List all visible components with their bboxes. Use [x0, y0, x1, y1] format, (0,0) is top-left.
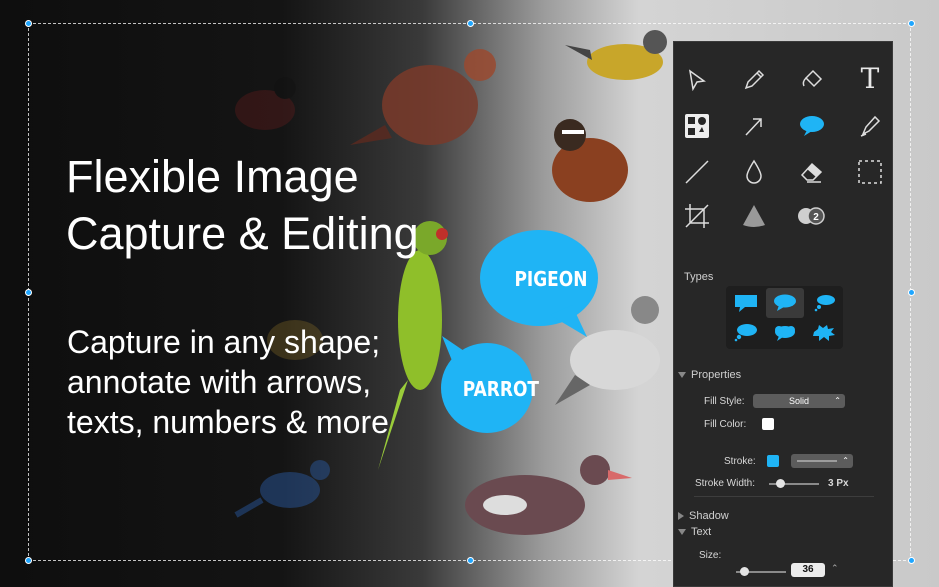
shadow-label: Shadow [689, 510, 729, 522]
crop-tool[interactable] [677, 198, 717, 234]
stroke-width-label: Stroke Width: [695, 478, 756, 489]
pointer-icon [688, 69, 706, 91]
counter-icon: 2 [798, 207, 825, 225]
text-tool[interactable]: T [850, 60, 890, 96]
divider [694, 496, 874, 497]
type-rect-bubble[interactable] [727, 288, 765, 318]
resize-handle-bottom-right[interactable] [908, 557, 915, 564]
thought-small-bubble-icon [814, 295, 835, 312]
spotlight-cone-icon [743, 205, 765, 227]
resize-handle-bottom[interactable] [467, 557, 474, 564]
type-cloud-bubble[interactable] [766, 318, 804, 348]
fill-style-label: Fill Style: [704, 396, 745, 407]
resize-handle-top-left[interactable] [25, 20, 32, 27]
blur-drop-icon [746, 159, 762, 184]
disclosure-down-icon [678, 529, 686, 536]
thought-bubble-icon [734, 324, 757, 342]
counter-tool[interactable]: 2 [792, 198, 832, 234]
shadow-section-header[interactable]: Shadow [678, 510, 729, 522]
fill-style-select[interactable]: Solid ⌃ [753, 394, 845, 408]
annotation-tool-panel: T 2 Types Properties Fill Style: Solid ⌃… [673, 41, 893, 587]
text-label: Text [691, 526, 712, 538]
select-chevron-icon: ⌃ [842, 456, 849, 465]
line-tool[interactable] [677, 154, 717, 190]
fill-bucket-tool[interactable] [792, 62, 832, 98]
resize-handle-left[interactable] [25, 289, 32, 296]
eraser-icon [800, 162, 823, 183]
text-tool-icon: T [860, 61, 880, 95]
oval-bubble-icon [774, 294, 796, 311]
marquee-select-tool[interactable] [850, 154, 890, 190]
cloud-bubble-icon [775, 326, 795, 341]
shapes-tool[interactable] [677, 108, 717, 144]
stroke-label: Stroke: [724, 456, 756, 467]
highlighter-icon [860, 115, 881, 137]
select-chevron-icon: ⌃ [834, 396, 841, 405]
resize-handle-right[interactable] [908, 289, 915, 296]
type-thought-bubble[interactable] [727, 318, 765, 348]
types-label: Types [684, 271, 714, 283]
resize-handle-top-right[interactable] [908, 20, 915, 27]
text-size-field[interactable]: 36 [791, 563, 825, 577]
fill-style-value: Solid [788, 396, 809, 406]
size-label: Size: [699, 550, 722, 561]
type-thought-small-bubble[interactable] [805, 288, 843, 318]
burst-bubble-icon [813, 325, 835, 341]
text-size-slider-knob[interactable] [740, 567, 749, 576]
properties-section-header[interactable]: Properties [678, 369, 741, 381]
solid-line-preview-icon [797, 460, 837, 462]
stroke-style-select[interactable]: ⌃ [791, 454, 853, 468]
disclosure-right-icon [678, 512, 684, 521]
text-section-header[interactable]: Text [678, 526, 711, 538]
stroke-width-value: 3 Px [828, 478, 849, 489]
text-size-stepper-icon[interactable]: ⌃ [831, 563, 839, 574]
rect-bubble-icon [735, 295, 757, 312]
speech-bubble-icon [800, 116, 824, 136]
shapes-icon [685, 114, 709, 138]
fill-bucket-icon [802, 69, 823, 88]
crop-icon [685, 204, 709, 228]
marquee-select-icon [858, 160, 882, 184]
spotlight-tool[interactable] [734, 198, 774, 234]
counter-number: 2 [813, 212, 819, 223]
pointer-tool[interactable] [677, 62, 717, 98]
resize-handle-bottom-left[interactable] [25, 557, 32, 564]
properties-label: Properties [691, 369, 742, 381]
stroke-color-swatch[interactable] [767, 455, 779, 467]
blur-tool[interactable] [734, 154, 774, 190]
pencil-icon [744, 69, 765, 90]
stroke-width-slider-knob[interactable] [776, 479, 785, 488]
text-size-value: 36 [802, 564, 814, 575]
speech-bubble-tool[interactable] [792, 108, 832, 144]
fill-color-swatch[interactable] [762, 418, 774, 430]
type-burst-bubble[interactable] [805, 318, 843, 348]
highlighter-tool[interactable] [850, 108, 890, 144]
bubble-types-grid [726, 286, 843, 349]
arrow-tool[interactable] [734, 108, 774, 144]
fill-color-label: Fill Color: [704, 419, 747, 430]
pencil-tool[interactable] [734, 62, 774, 98]
line-icon [685, 160, 709, 184]
eraser-tool[interactable] [792, 154, 832, 190]
type-oval-bubble[interactable] [766, 288, 804, 318]
disclosure-down-icon [678, 372, 686, 379]
arrow-icon [745, 118, 762, 136]
resize-handle-top[interactable] [467, 20, 474, 27]
